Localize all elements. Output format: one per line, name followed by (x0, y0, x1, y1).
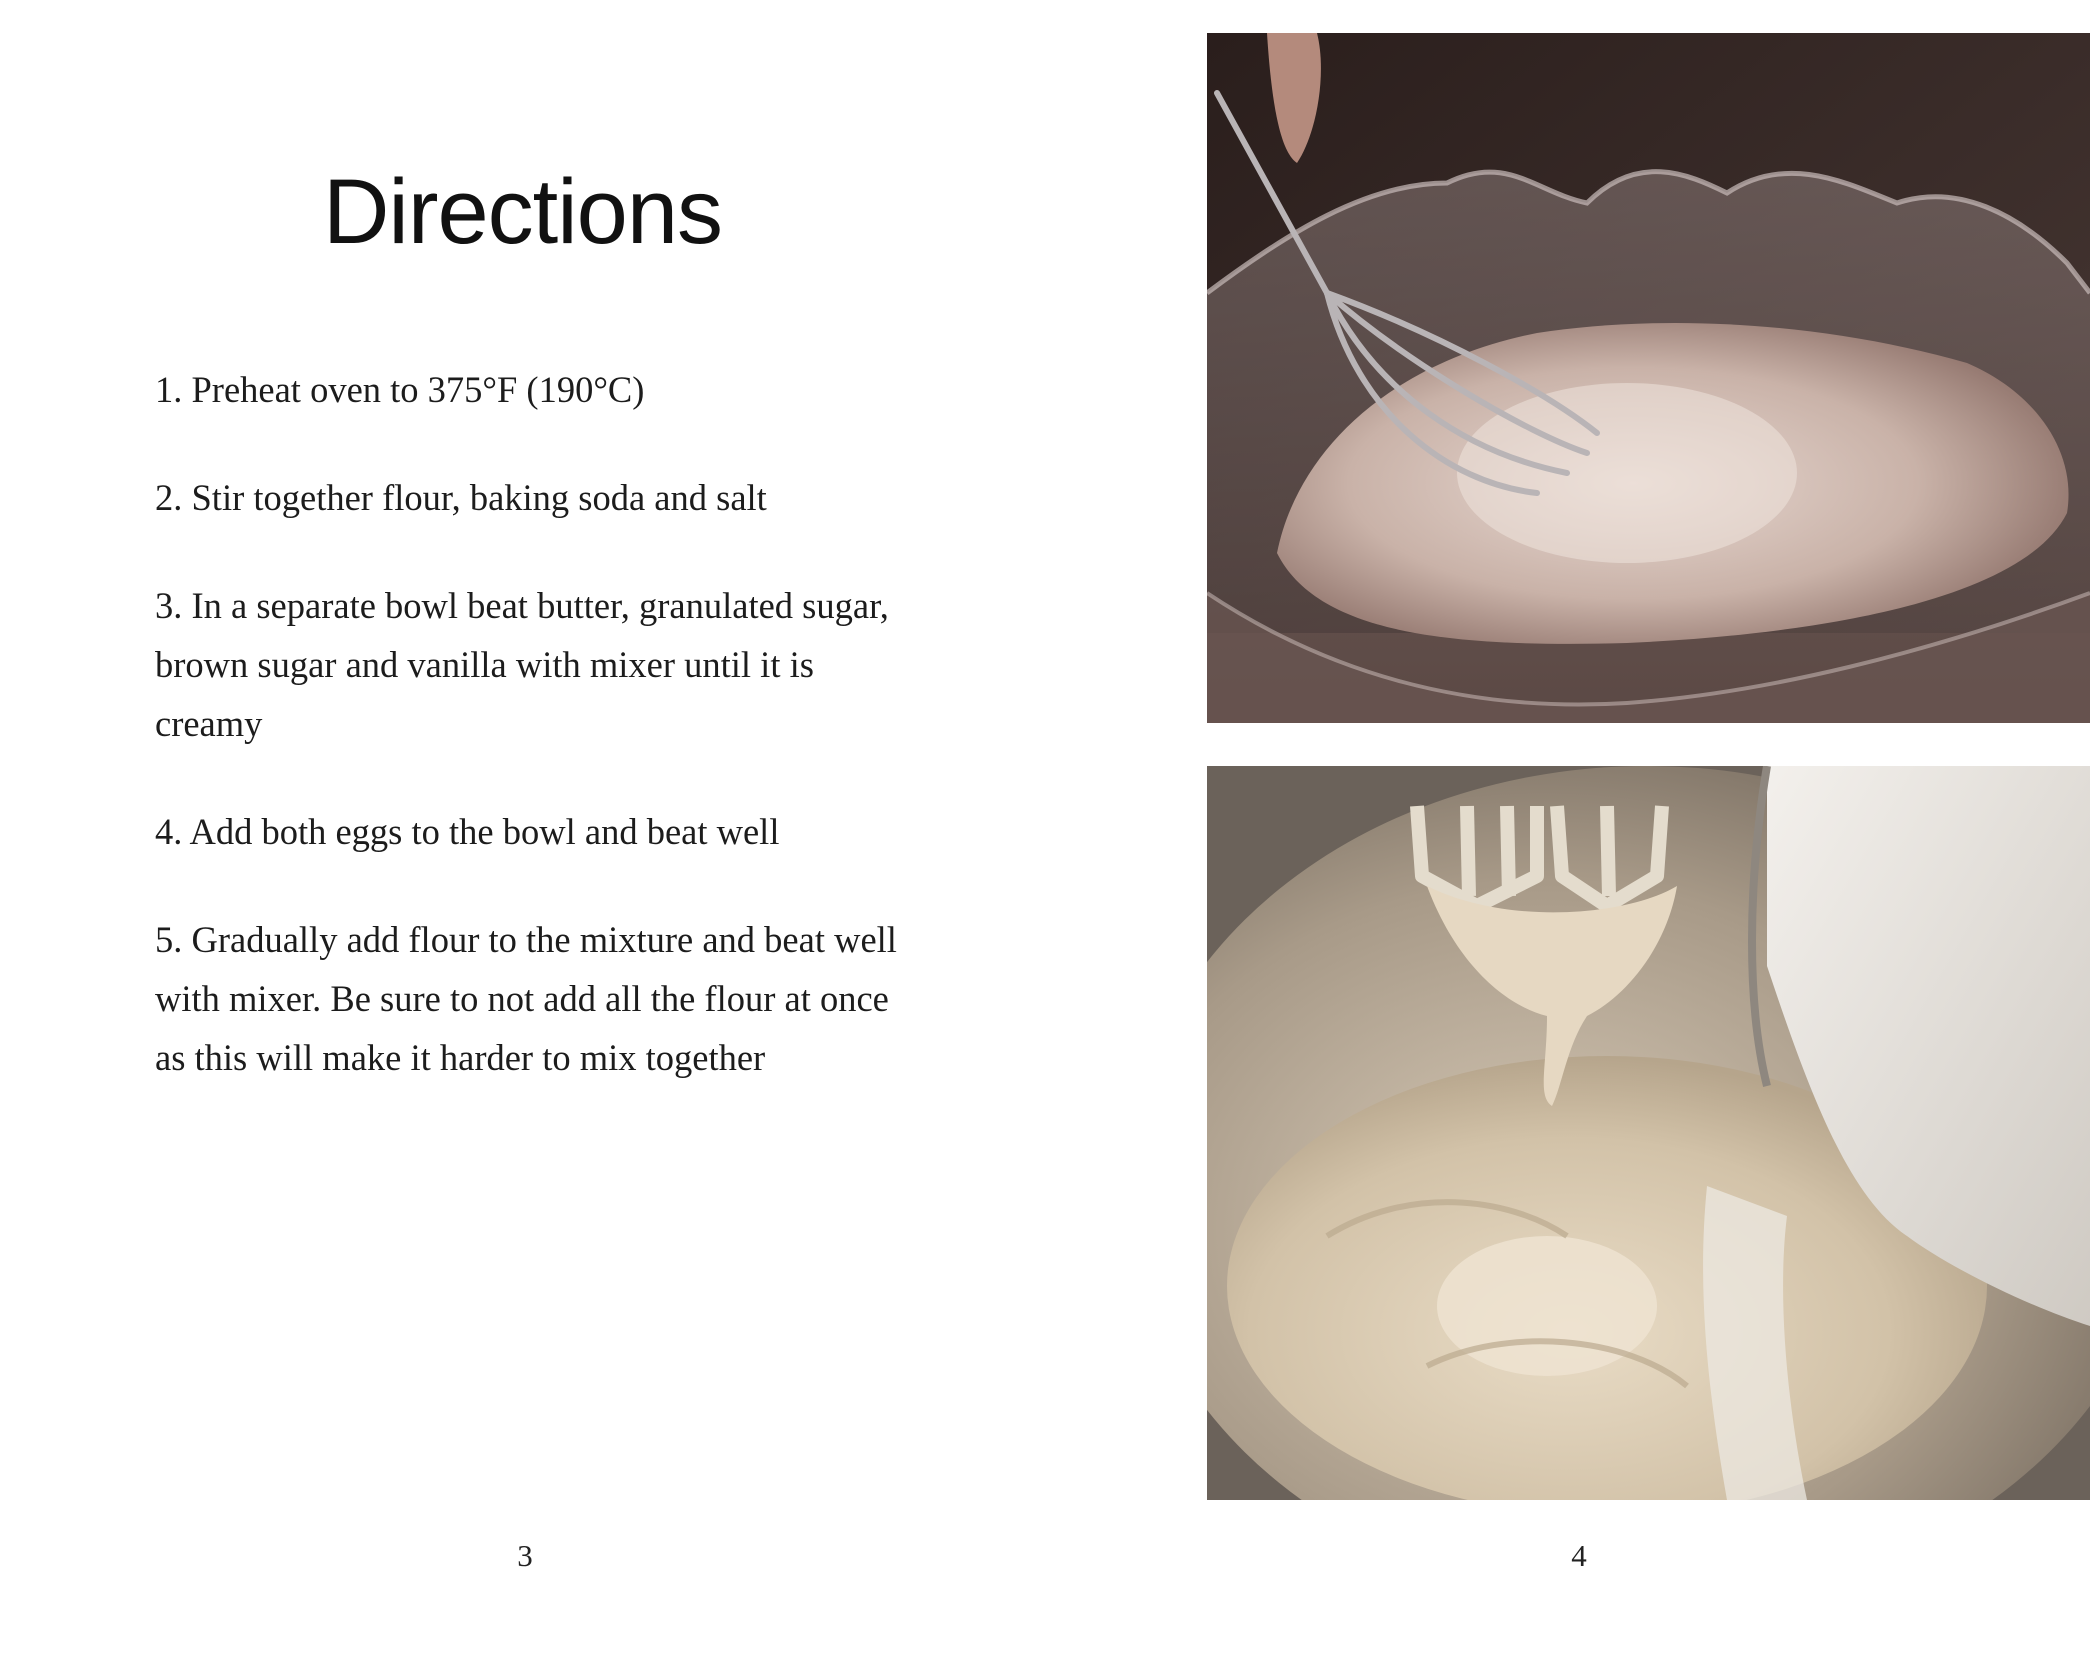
direction-step-3: 3. In a separate bowl beat butter, granu… (155, 585, 889, 744)
direction-step-1: 1. Preheat oven to 375°F (190°C) (155, 369, 645, 410)
direction-step-2: 2. Stir together flour, baking soda and … (155, 477, 767, 518)
direction-step-5: 5. Gradually add flour to the mixture an… (155, 919, 897, 1078)
photo-adding-flour (1207, 766, 2090, 1500)
page-number-right: 4 (1571, 1538, 1587, 1573)
direction-step-4: 4. Add both eggs to the bowl and beat we… (155, 811, 780, 852)
page-title: Directions (322, 161, 723, 263)
directions-list: 1. Preheat oven to 375°F (190°C) 2. Stir… (155, 360, 915, 1136)
photo-whisking-flour (1207, 33, 2090, 723)
book-spread: Directions 1. Preheat oven to 375°F (190… (0, 0, 2090, 1680)
page-number-left: 3 (517, 1538, 533, 1573)
left-page: Directions 1. Preheat oven to 375°F (190… (0, 0, 1045, 1680)
